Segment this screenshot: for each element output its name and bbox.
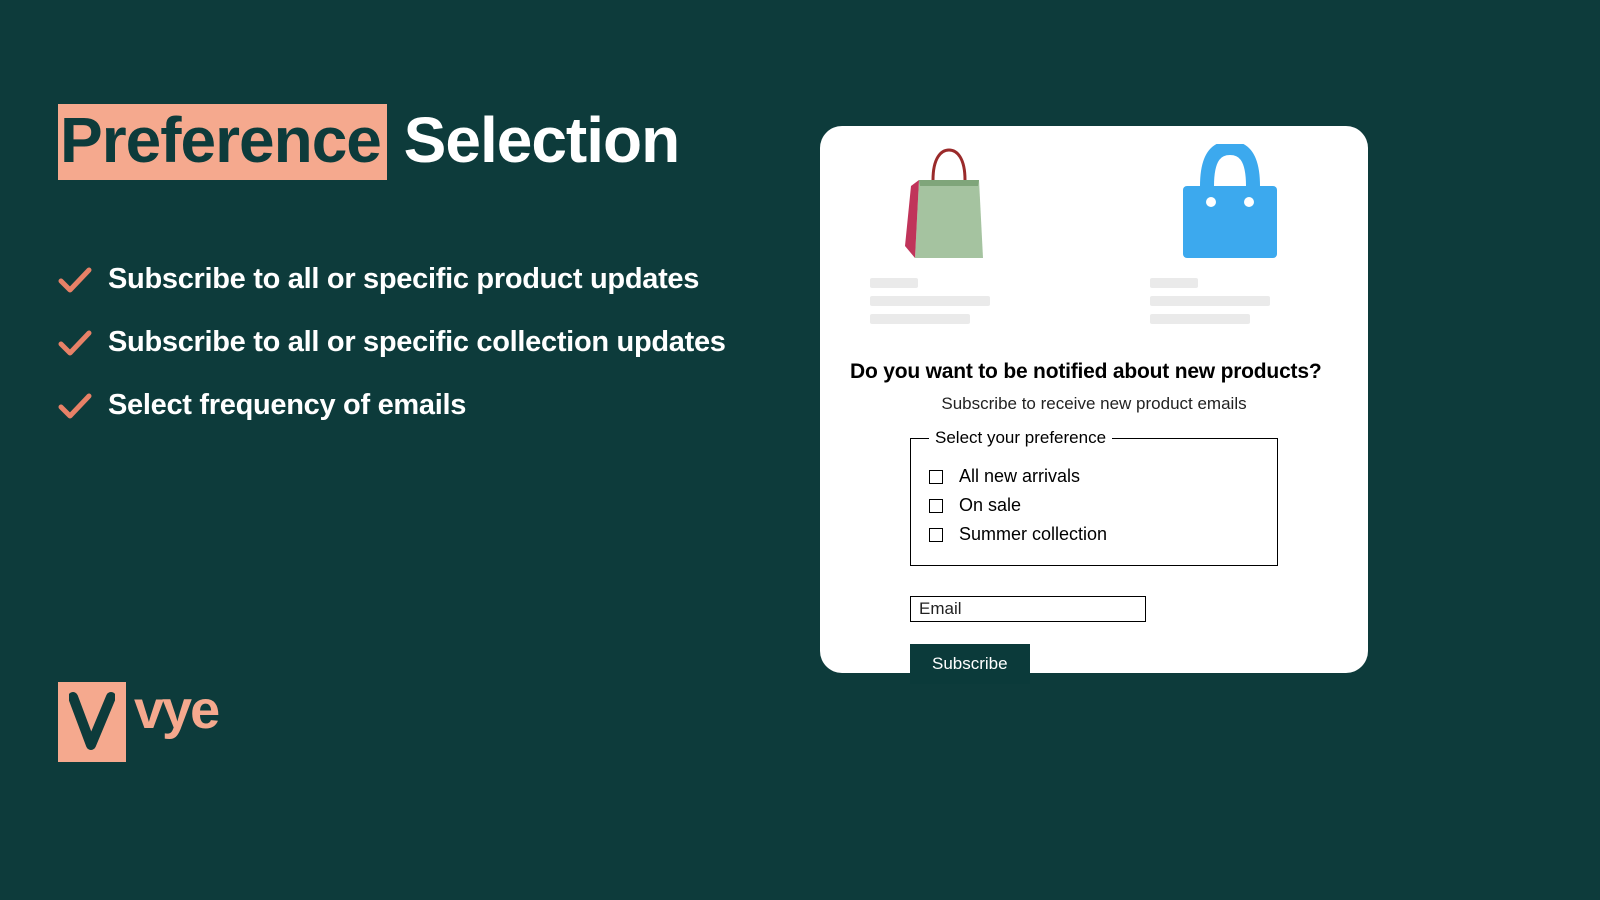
subscribe-button[interactable]: Subscribe: [910, 644, 1030, 684]
shopping-bag-icon: [905, 146, 995, 260]
feature-item: Subscribe to all or specific collection …: [58, 326, 798, 359]
checkbox-on-sale[interactable]: [929, 499, 943, 513]
fieldset-legend: Select your preference: [929, 428, 1112, 448]
feature-list: Subscribe to all or specific product upd…: [58, 263, 798, 422]
feature-text: Subscribe to all or specific collection …: [108, 326, 726, 359]
skeleton-line: [1150, 278, 1198, 288]
checkbox-label: Summer collection: [959, 524, 1107, 545]
brand-logo: vye: [58, 682, 218, 762]
feature-text: Subscribe to all or specific product upd…: [108, 263, 699, 296]
check-icon: [58, 392, 92, 420]
title-rest: Selection: [404, 104, 680, 176]
product-row: [850, 140, 1338, 324]
checkbox-row[interactable]: Summer collection: [929, 524, 1259, 545]
preference-fieldset: Select your preference All new arrivals …: [910, 428, 1278, 566]
email-placeholder: Email: [919, 599, 962, 619]
skeleton-line: [870, 314, 970, 324]
skeleton-line: [1150, 296, 1270, 306]
page-title: Preference Selection: [58, 105, 798, 175]
product-item: [1150, 140, 1310, 324]
skeleton-line: [1150, 314, 1250, 324]
checkbox-summer-collection[interactable]: [929, 528, 943, 542]
checkbox-row[interactable]: On sale: [929, 495, 1259, 516]
feature-item: Select frequency of emails: [58, 389, 798, 422]
check-icon: [58, 266, 92, 294]
checkbox-all-arrivals[interactable]: [929, 470, 943, 484]
feature-item: Subscribe to all or specific product upd…: [58, 263, 798, 296]
card-subheading: Subscribe to receive new product emails: [850, 394, 1338, 414]
subscribe-card: Do you want to be notified about new pro…: [820, 126, 1368, 673]
logo-text: vye: [134, 683, 218, 737]
logo-badge: [58, 682, 126, 762]
skeleton-line: [870, 296, 990, 306]
product-item: [870, 140, 1030, 324]
card-heading: Do you want to be notified about new pro…: [850, 360, 1338, 384]
title-highlight: Preference: [58, 104, 387, 180]
checkbox-label: All new arrivals: [959, 466, 1080, 487]
checkbox-label: On sale: [959, 495, 1021, 516]
left-panel: Preference Selection Subscribe to all or…: [58, 105, 798, 452]
check-icon: [58, 329, 92, 357]
checkbox-row[interactable]: All new arrivals: [929, 466, 1259, 487]
email-field[interactable]: Email: [910, 596, 1146, 622]
logo-v-icon: [69, 691, 115, 753]
shopping-bag-icon: [1175, 144, 1285, 260]
skeleton-line: [870, 278, 918, 288]
feature-text: Select frequency of emails: [108, 389, 466, 422]
